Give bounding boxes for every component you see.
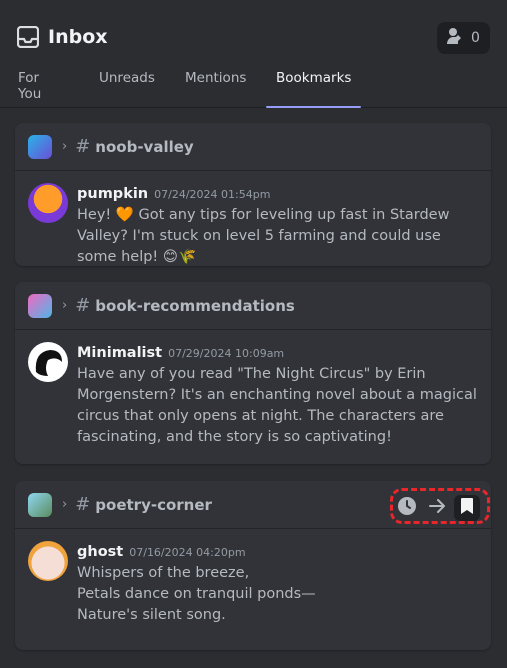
avatar[interactable] [28,342,68,382]
channel-name[interactable]: poetry-corner [95,496,212,514]
chevron-right-icon: › [62,139,68,154]
message-author[interactable]: ghost [77,544,123,560]
bookmark-card[interactable]: › # poetry-corner ghost 07/16/2024 04:20… [15,481,491,650]
message[interactable]: ghost 07/16/2024 04:20pm Whispers of the … [15,529,491,640]
message-text: Have any of you read "The Night Circus" … [77,366,477,445]
server-icon [28,134,52,159]
message-timestamp: 07/16/2024 04:20pm [129,546,246,559]
remove-bookmark-button[interactable] [454,495,480,521]
message-text: Whispers of the breeze, Petals dance on … [77,565,316,623]
channel-header[interactable]: › # noob-valley [15,123,491,171]
channel-header[interactable]: › # poetry-corner [15,481,491,529]
tab-mentions[interactable]: Mentions [185,70,246,108]
person-help-icon [447,27,463,49]
tab-unreads[interactable]: Unreads [99,70,155,108]
inbox-header: Inbox 0 For You Unreads Mentions Bookmar… [0,0,507,108]
message-text: Hey! 🧡 Got any tips for leveling up fast… [77,207,450,265]
channel-header[interactable]: › # book-recommendations [15,282,491,330]
inbox-tray-icon [17,26,39,48]
tab-for-you[interactable]: For You [18,70,41,108]
server-icon [28,492,52,517]
help-button[interactable]: 0 [437,22,490,54]
arrow-right-icon [427,496,447,520]
inbox-title: Inbox [48,26,108,48]
jump-to-message-button[interactable] [424,495,450,521]
message[interactable]: Minimalist 07/29/2024 10:09am Have any of… [15,330,491,462]
hash-icon: # [75,136,91,157]
chevron-right-icon: › [62,298,68,313]
server-icon [28,293,52,318]
bookmark-actions [388,491,486,525]
tab-bookmarks[interactable]: Bookmarks [265,70,362,108]
hash-icon: # [75,295,91,316]
message-author[interactable]: Minimalist [77,345,162,361]
chevron-right-icon: › [62,497,68,512]
avatar[interactable] [28,183,68,223]
channel-name[interactable]: noob-valley [95,138,193,156]
hash-icon: # [75,494,91,515]
message-author[interactable]: pumpkin [77,186,148,202]
channel-name[interactable]: book-recommendations [95,297,295,315]
inbox-title-row: Inbox [17,26,108,48]
message-timestamp: 07/24/2024 01:54pm [154,188,271,201]
help-count: 0 [471,30,480,46]
bookmark-icon [460,497,474,519]
avatar[interactable] [28,541,68,581]
bookmark-card[interactable]: › # book-recommendations Minimalist 07/29… [15,282,491,464]
message[interactable]: pumpkin 07/24/2024 01:54pm Hey! 🧡 Got any… [15,171,491,282]
bookmark-card[interactable]: › # noob-valley pumpkin 07/24/2024 01:54p… [15,123,491,266]
clock-icon [397,496,417,520]
message-timestamp: 07/29/2024 10:09am [168,347,285,360]
remind-me-button[interactable] [394,495,420,521]
